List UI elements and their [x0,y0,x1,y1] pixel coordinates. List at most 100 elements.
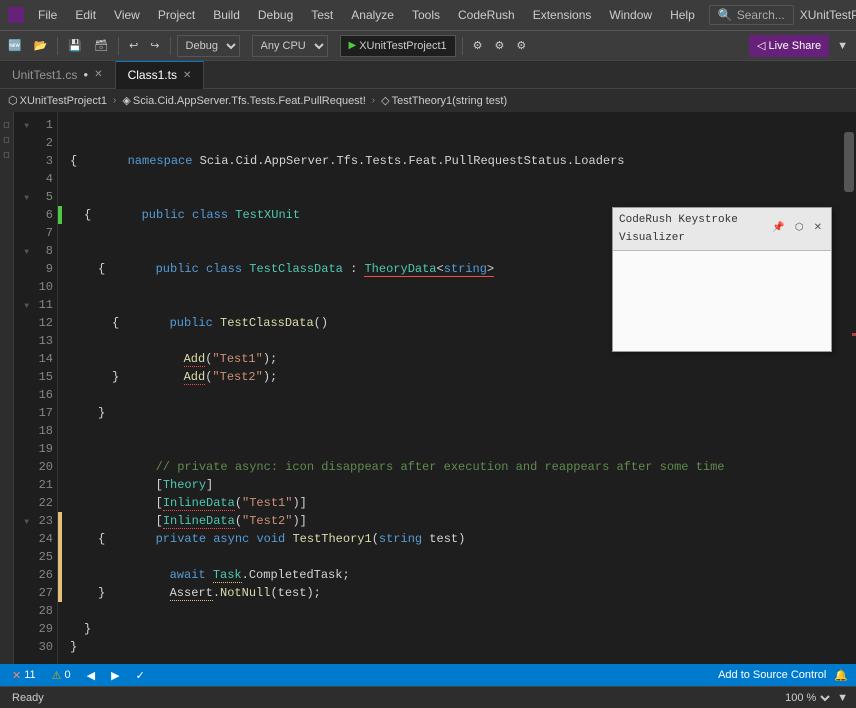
status-bar: ✕ 11 ⚠ 0 ◀ ▶ ✓ Add to Source Control 🔔 [0,664,856,686]
new-project-button[interactable]: 🆕 [4,37,26,54]
code-line-15: } [70,368,834,386]
live-share-icon: ◁ [757,39,765,52]
path-bar: ⬡ XUnitTestProject1 › ◈ Scia.Cid.AppServ… [0,88,856,112]
tab-unittest[interactable]: UnitTest1.cs ● ✕ [0,61,116,89]
tab-class1-label: Class1.ts [128,68,177,82]
close-tab-class1[interactable]: ✕ [183,70,191,81]
path-chevron-2: › [372,95,375,106]
code-line-17: } [70,404,834,422]
menu-window[interactable]: Window [601,6,660,24]
error-status[interactable]: ✕ 11 [8,669,40,682]
error-icon: ✕ [12,669,21,682]
search-box[interactable]: 🔍 Search... [709,5,794,25]
toolbar-extra-3[interactable]: ⚙ [512,37,530,54]
project-title: XUnitTestProject1 [800,8,856,22]
panel-title: CodeRush Keystroke Visualizer [619,211,765,247]
code-line-27: } [70,584,834,602]
warning-icon: ⚠ [52,669,62,682]
code-line-26: Assert.NotNull(test); [70,566,834,584]
warning-count: 0 [65,669,71,681]
vertical-scrollbar[interactable] [842,112,856,664]
project-icon: ⬡ [8,94,18,107]
code-line-20: [Theory] [70,458,834,476]
code-line-4 [70,170,834,188]
live-share-button[interactable]: ◁ Live Share [749,35,829,57]
menu-extensions[interactable]: Extensions [525,6,600,24]
path-project[interactable]: ⬡ XUnitTestProject1 [4,93,111,108]
save-button[interactable]: 💾 [64,37,86,54]
nav-back[interactable]: ◀ [83,669,99,682]
left-activity-bar: ◻ ◻ ◻ [0,112,14,664]
menu-analyze[interactable]: Analyze [343,6,402,24]
activity-icon-3: ◻ [3,150,10,159]
menu-test[interactable]: Test [303,6,341,24]
float-button[interactable]: ⬡ [792,220,807,238]
menu-build[interactable]: Build [205,6,248,24]
ready-status: Ready [8,692,48,704]
menu-debug[interactable]: Debug [250,6,301,24]
code-line-30: } [70,638,834,656]
line-numbers: ▼1 2 3 4 ▼5 6 7 ▼8 9 10 ▼11 12 13 14 15 … [14,112,58,664]
error-count: 11 [24,669,35,681]
member-icon: ◇ [381,94,389,107]
menu-project[interactable]: Project [150,6,203,24]
tab-class1[interactable]: Class1.ts ✕ [116,61,205,89]
code-line-2: namespace Scia.Cid.AppServer.Tfs.Tests.F… [70,134,834,152]
search-placeholder: Search... [737,8,785,22]
run-button[interactable]: ▶ XUnitTestProject1 [340,35,456,57]
menu-tools[interactable]: Tools [404,6,448,24]
code-line-3: { [70,152,834,170]
pin-button[interactable]: 📌 [769,220,787,238]
menu-file[interactable]: File [30,6,65,24]
activity-icon-2: ◻ [3,135,10,144]
code-line-21: [InlineData("Test1")] [70,476,834,494]
live-share-label: Live Share [769,40,822,52]
modified-indicator: ● [83,70,88,79]
toolbar: 🆕 📂 💾 🗃 ↩ ↪ Debug Any CPU ▶ XUnitTestPro… [0,30,856,60]
menu-view[interactable]: View [106,6,148,24]
code-line-23: private async void TestTheory1(string te… [70,512,834,530]
code-line-22: [InlineData("Test2")] [70,494,834,512]
undo-button[interactable]: ↩ [125,37,142,54]
nav-forward[interactable]: ▶ [107,669,123,682]
path-class-label: Scia.Cid.AppServer.Tfs.Tests.Feat.PullRe… [133,95,366,107]
panel-header: CodeRush Keystroke Visualizer 📌 ⬡ ✕ [613,208,831,251]
toolbar-extra-2[interactable]: ⚙ [491,37,509,54]
menu-help[interactable]: Help [662,6,703,24]
close-panel-button[interactable]: ✕ [811,220,825,238]
toolbar-extra-1[interactable]: ⚙ [469,37,487,54]
debug-config-select[interactable]: Debug [177,35,240,57]
tab-unittest-label: UnitTest1.cs [12,68,77,82]
path-class[interactable]: ◈ Scia.Cid.AppServer.Tfs.Tests.Feat.Pull… [118,93,369,108]
menu-coderush[interactable]: CodeRush [450,6,523,24]
open-button[interactable]: 📂 [30,37,52,54]
code-line-24: { [70,530,834,548]
warning-status[interactable]: ⚠ 0 [48,669,75,682]
redo-button[interactable]: ↪ [146,37,163,54]
search-icon: 🔍 [718,8,733,22]
activity-icon-1: ◻ [3,120,10,129]
zoom-select[interactable]: 100 % [781,691,833,705]
sep4 [462,37,463,55]
code-text-area[interactable]: namespace Scia.Cid.AppServer.Tfs.Tests.F… [62,112,842,664]
ready-label: Ready [12,692,44,704]
close-tab-unittest[interactable]: ✕ [94,69,102,80]
path-member-label: TestTheory1(string test) [392,95,508,107]
code-line-18 [70,422,834,440]
code-editor[interactable]: ▼1 2 3 4 ▼5 6 7 ▼8 9 10 ▼11 12 13 14 15 … [14,112,856,664]
path-member[interactable]: ◇ TestTheory1(string test) [377,93,511,108]
save-all-button[interactable]: 🗃 [90,37,112,54]
zoom-dropdown-icon[interactable]: ▼ [837,692,848,704]
error-mark [852,333,856,336]
bottom-bar: Ready 100 % ▼ [0,686,856,708]
code-line-5: public class TestXUnit [70,188,834,206]
notification-bell[interactable]: 🔔 [834,669,848,682]
cpu-config-select[interactable]: Any CPU [252,35,328,57]
toolbar-extra-4[interactable]: ▼ [833,38,852,54]
menu-edit[interactable]: Edit [67,6,104,24]
keystroke-panel[interactable]: CodeRush Keystroke Visualizer 📌 ⬡ ✕ [612,207,832,352]
scrollbar-thumb[interactable] [844,132,854,192]
sep2 [118,37,119,55]
source-control-label[interactable]: Add to Source Control [718,669,826,682]
checkmark-icon: ✓ [132,669,149,682]
